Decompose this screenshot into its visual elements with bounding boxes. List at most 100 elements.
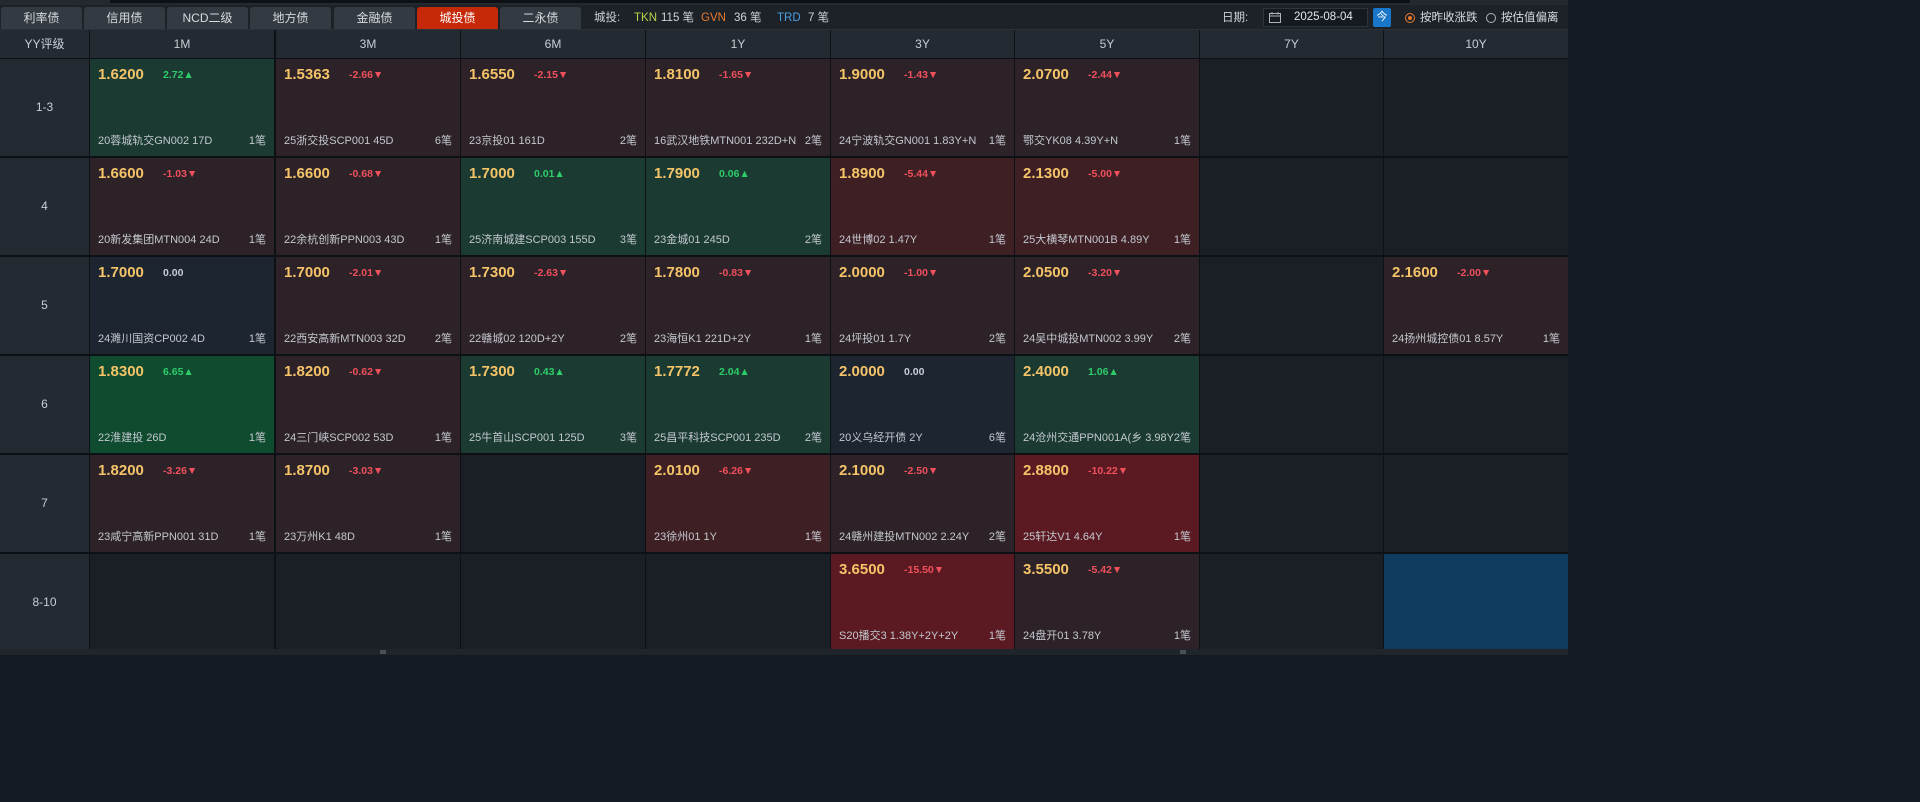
- quote-yield: 3.6500: [839, 561, 885, 578]
- quote-cell[interactable]: 1.6200 2.72▲ 20蓉城轨交GN002 17D 1笔: [90, 59, 274, 156]
- quote-cell[interactable]: 2.0700 -2.44▼ 鄂交YK08 4.39Y+N 1笔: [1015, 59, 1199, 156]
- quote-cell[interactable]: 1.7772 2.04▲ 25昌平科技SCP001 235D 2笔: [646, 356, 830, 453]
- bond-name: S20播交3 1.38Y+2Y+2Y: [839, 630, 959, 642]
- bond-name: 25轩达V1 4.64Y: [1023, 531, 1103, 543]
- quote-cell[interactable]: 1.8100 -1.65▼ 16武汉地铁MTN001 232D+N 2笔: [646, 59, 830, 156]
- quote-yield: 1.7300: [469, 264, 515, 281]
- quote-change-bp: -1.43▼: [904, 69, 939, 81]
- quote-cell[interactable]: 2.1300 -5.00▼ 25大横琴MTN001B 4.89Y 1笔: [1015, 158, 1199, 255]
- grid-cell-empty[interactable]: [1200, 455, 1383, 552]
- grid-cell-empty[interactable]: [1200, 158, 1383, 255]
- grid-cell-empty[interactable]: [461, 554, 645, 651]
- trade-count: 2笔: [988, 531, 1006, 543]
- tab-3[interactable]: 地方债: [250, 7, 331, 29]
- grid-cell-empty[interactable]: [1384, 455, 1568, 552]
- scroll-grip-left[interactable]: [380, 650, 386, 654]
- quote-cell[interactable]: 1.7300 -2.63▼ 22赣城02 120D+2Y 2笔: [461, 257, 645, 354]
- grid-cell-empty[interactable]: [1200, 257, 1383, 354]
- mode-label-prev-close: 按昨收涨跌: [1420, 12, 1478, 24]
- trade-count: 2笔: [804, 234, 822, 246]
- gvn-label: GVN: [701, 12, 726, 24]
- bond-name: 25大横琴MTN001B 4.89Y: [1023, 234, 1150, 246]
- grid-cell-selected[interactable]: [1384, 554, 1568, 651]
- grid-cell-empty[interactable]: [276, 554, 460, 651]
- quote-cell[interactable]: 1.8300 6.65▲ 22淮建投 26D 1笔: [90, 356, 274, 453]
- tab-6[interactable]: 二永债: [500, 7, 581, 29]
- quote-cell[interactable]: 1.7000 0.00 24濉川国资CP002 4D 1笔: [90, 257, 274, 354]
- quote-cell[interactable]: 1.8900 -5.44▼ 24世博02 1.47Y 1笔: [831, 158, 1014, 255]
- quote-cell[interactable]: 3.6500 -15.50▼ S20播交3 1.38Y+2Y+2Y 1笔: [831, 554, 1014, 651]
- grid-cell-empty[interactable]: [1384, 158, 1568, 255]
- quote-change-bp: -2.01▼: [349, 267, 384, 279]
- counts-label: 城投:: [594, 12, 621, 24]
- quote-cell[interactable]: 1.5363 -2.66▼ 25浙交投SCP001 45D 6笔: [276, 59, 460, 156]
- quote-yield: 2.0000: [839, 264, 885, 281]
- quote-change-bp: -3.03▼: [349, 465, 384, 477]
- quote-cell[interactable]: 1.6600 -1.03▼ 20新发集团MTN004 24D 1笔: [90, 158, 274, 255]
- column-header-tenor: 3M: [276, 30, 460, 58]
- quote-cell[interactable]: 1.7900 0.06▲ 23金城01 245D 2笔: [646, 158, 830, 255]
- quote-change-bp: -5.42▼: [1088, 564, 1123, 576]
- grid-cell-empty[interactable]: [1200, 59, 1383, 156]
- quote-yield: 1.7800: [654, 264, 700, 281]
- quote-cell[interactable]: 1.8700 -3.03▼ 23万州K1 48D 1笔: [276, 455, 460, 552]
- quote-change-bp: 0.43▲: [534, 366, 565, 378]
- grid-cell-empty[interactable]: [1200, 554, 1383, 651]
- scroll-grip-right[interactable]: [1180, 650, 1186, 654]
- quote-cell[interactable]: 1.6550 -2.15▼ 23京投01 161D 2笔: [461, 59, 645, 156]
- quote-cell[interactable]: 2.0000 0.00 20义乌经开债 2Y 6笔: [831, 356, 1014, 453]
- grid-cell-empty[interactable]: [1384, 59, 1568, 156]
- quote-cell[interactable]: 1.7800 -0.83▼ 23海恒K1 221D+2Y 1笔: [646, 257, 830, 354]
- quote-change-bp: 6.65▲: [163, 366, 194, 378]
- quote-cell[interactable]: 1.6600 -0.68▼ 22余杭创新PPN003 43D 1笔: [276, 158, 460, 255]
- trade-count: 1笔: [248, 234, 266, 246]
- quote-cell[interactable]: 2.4000 1.06▲ 24沧州交通PPN001A(乡 3.98Y 2笔: [1015, 356, 1199, 453]
- bond-name: 23金城01 245D: [654, 234, 730, 246]
- quote-cell[interactable]: 1.8200 -0.62▼ 24三门峡SCP002 53D 1笔: [276, 356, 460, 453]
- bond-name: 23海恒K1 221D+2Y: [654, 333, 751, 345]
- radio-selected-icon: [1405, 13, 1415, 23]
- quote-yield: 2.1000: [839, 462, 885, 479]
- grid-cell-empty[interactable]: [1384, 356, 1568, 453]
- quote-cell[interactable]: 2.0500 -3.20▼ 24吴中城投MTN002 3.99Y 2笔: [1015, 257, 1199, 354]
- quote-cell[interactable]: 1.7000 -2.01▼ 22西安高新MTN003 32D 2笔: [276, 257, 460, 354]
- tab-1[interactable]: 信用债: [84, 7, 165, 29]
- trade-count: 2笔: [804, 135, 822, 147]
- trd-value: 7 笔: [808, 12, 830, 24]
- tab-4[interactable]: 金融债: [334, 7, 415, 29]
- quote-cell[interactable]: 1.7000 0.01▲ 25济南城建SCP003 155D 3笔: [461, 158, 645, 255]
- quote-cell[interactable]: 2.8800 -10.22▼ 25轩达V1 4.64Y 1笔: [1015, 455, 1199, 552]
- grid-cell-empty[interactable]: [646, 554, 830, 651]
- quote-cell[interactable]: 1.9000 -1.43▼ 24宁波轨交GN001 1.83Y+N 1笔: [831, 59, 1014, 156]
- trade-count: 1笔: [1173, 531, 1191, 543]
- quote-cell[interactable]: 2.0000 -1.00▼ 24坪投01 1.7Y 2笔: [831, 257, 1014, 354]
- quote-cell[interactable]: 2.0100 -6.26▼ 23徐州01 1Y 1笔: [646, 455, 830, 552]
- quote-cell[interactable]: 3.5500 -5.42▼ 24盘开01 3.78Y 1笔: [1015, 554, 1199, 651]
- tab-0[interactable]: 利率债: [1, 7, 82, 29]
- tkn-label: TKN: [634, 12, 657, 24]
- grid-cell-empty[interactable]: [1200, 356, 1383, 453]
- quote-yield: 1.7772: [654, 363, 700, 380]
- bond-name: 24扬州城控债01 8.57Y: [1392, 333, 1504, 345]
- quote-change-bp: 0.01▲: [534, 168, 565, 180]
- trade-count: 6笔: [434, 135, 452, 147]
- grid-cell-empty[interactable]: [90, 554, 274, 651]
- today-button[interactable]: 今: [1373, 8, 1391, 27]
- tab-5[interactable]: 城投债: [417, 7, 498, 29]
- quote-cell[interactable]: 1.8200 -3.26▼ 23咸宁高新PPN001 31D 1笔: [90, 455, 274, 552]
- quote-cell[interactable]: 2.1600 -2.00▼ 24扬州城控债01 8.57Y 1笔: [1384, 257, 1568, 354]
- bond-name: 20义乌经开债 2Y: [839, 432, 923, 444]
- quote-cell[interactable]: 1.7300 0.43▲ 25牛首山SCP001 125D 3笔: [461, 356, 645, 453]
- tab-2[interactable]: NCD二级: [167, 7, 248, 29]
- quote-yield: 1.8300: [98, 363, 144, 380]
- trade-count: 1笔: [804, 531, 822, 543]
- quote-change-bp: -1.03▼: [163, 168, 198, 180]
- quote-cell[interactable]: 2.1000 -2.50▼ 24赣州建投MTN002 2.24Y 2笔: [831, 455, 1014, 552]
- grid-cell-empty[interactable]: [461, 455, 645, 552]
- date-picker[interactable]: 2025-08-04: [1263, 8, 1368, 27]
- quote-yield: 1.8700: [284, 462, 330, 479]
- bond-name: 24赣州建投MTN002 2.24Y: [839, 531, 970, 543]
- horizontal-scrollbar[interactable]: [0, 649, 1568, 655]
- quote-yield: 1.8900: [839, 165, 885, 182]
- bond-name: 24三门峡SCP002 53D: [284, 432, 394, 444]
